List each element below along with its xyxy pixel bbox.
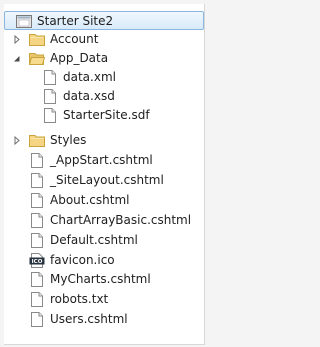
tree-file-favicon-ico[interactable]: ICO favicon.ico — [4, 251, 204, 270]
tree-item-label: ChartArrayBasic.cshtml — [50, 213, 192, 227]
ico-badge-text: ICO — [32, 259, 43, 265]
file-icon — [42, 69, 58, 86]
tree-item-label: _SiteLayout.cshtml — [50, 173, 164, 187]
tree-file-startersite-sdf[interactable]: StarterSite.sdf — [4, 106, 204, 125]
tree-file-about-cshtml[interactable]: About.cshtml — [4, 191, 204, 210]
tree-item-label: Users.cshtml — [50, 312, 128, 326]
tree-item-label: robots.txt — [50, 292, 109, 306]
file-icon — [29, 232, 45, 249]
tree-item-label: MyCharts.cshtml — [50, 272, 151, 286]
tree-folder-app-data[interactable]: App_Data — [4, 49, 204, 68]
tree-root-label: Starter Site2 — [37, 14, 114, 28]
file-icon — [29, 212, 45, 229]
folder-icon — [29, 31, 45, 48]
tree-file-data-xsd[interactable]: data.xsd — [4, 87, 204, 106]
tree-file-appstart-cshtml[interactable]: _AppStart.cshtml — [4, 151, 204, 170]
file-icon — [42, 107, 58, 124]
file-icon — [29, 172, 45, 189]
file-icon — [29, 192, 45, 209]
tree-item-label: Default.cshtml — [50, 233, 138, 247]
expand-arrow-icon[interactable] — [12, 131, 22, 150]
tree-folder-styles[interactable]: Styles — [4, 131, 204, 150]
tree-item-label: data.xsd — [63, 89, 115, 103]
file-icon — [29, 271, 45, 288]
tree-item-label: data.xml — [63, 70, 116, 84]
tree-item-label: About.cshtml — [50, 193, 130, 207]
website-icon — [16, 13, 32, 30]
tree-folder-account[interactable]: Account — [4, 30, 204, 49]
tree-file-data-xml[interactable]: data.xml — [4, 68, 204, 87]
collapse-arrow-icon[interactable] — [12, 49, 22, 68]
tree-item-label: favicon.ico — [50, 253, 115, 267]
solution-explorer-panel: Starter Site2 Account App_Data data.xml … — [4, 4, 205, 345]
file-tree: Starter Site2 Account App_Data data.xml … — [4, 4, 204, 344]
tree-file-default-cshtml[interactable]: Default.cshtml — [4, 231, 204, 250]
tree-root-starter-site2[interactable]: Starter Site2 — [4, 11, 204, 30]
tree-file-mycharts-cshtml[interactable]: MyCharts.cshtml — [4, 270, 204, 289]
file-icon — [42, 88, 58, 105]
tree-item-label: _AppStart.cshtml — [50, 153, 153, 167]
tree-file-chartarraybasic-cshtml[interactable]: ChartArrayBasic.cshtml — [4, 211, 204, 230]
folder-icon — [29, 132, 45, 149]
tree-item-label: Styles — [50, 133, 87, 147]
ico-file-icon: ICO — [29, 252, 45, 269]
folder-open-icon — [29, 50, 45, 67]
file-icon — [29, 311, 45, 328]
tree-item-label: Account — [50, 32, 99, 46]
tree-item-label: App_Data — [50, 51, 109, 65]
file-icon — [29, 152, 45, 169]
file-icon — [29, 291, 45, 308]
expand-arrow-icon[interactable] — [12, 30, 22, 49]
tree-file-sitelayout-cshtml[interactable]: _SiteLayout.cshtml — [4, 171, 204, 190]
tree-file-users-cshtml[interactable]: Users.cshtml — [4, 310, 204, 329]
tree-file-robots-txt[interactable]: robots.txt — [4, 290, 204, 309]
tree-item-label: StarterSite.sdf — [63, 108, 150, 122]
